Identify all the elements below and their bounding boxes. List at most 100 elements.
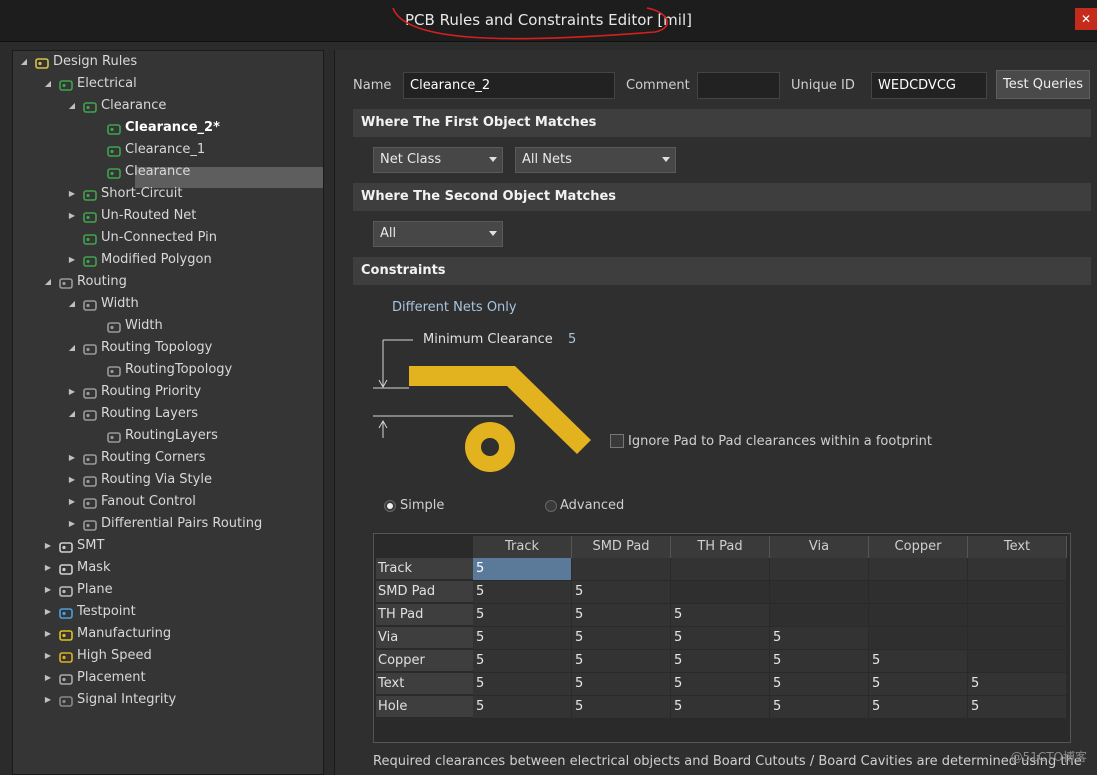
simple-radio[interactable] (384, 500, 396, 512)
matrix-cell[interactable]: 5 (770, 673, 868, 695)
matrix-cell[interactable]: 5 (770, 627, 868, 649)
matrix-cell[interactable]: 5 (671, 627, 769, 649)
matrix-cell[interactable]: 5 (473, 650, 571, 672)
tree-node[interactable]: ▶ Routing Via Style (13, 469, 323, 491)
tree-node[interactable]: ▶ Plane (13, 579, 323, 601)
tree-node[interactable]: ▶ High Speed (13, 645, 323, 667)
expand-arrow-icon[interactable]: ▶ (43, 645, 53, 667)
name-input[interactable]: Clearance_2 (403, 72, 615, 99)
routing-icon (83, 408, 97, 421)
tree-node[interactable]: ▶ SMT (13, 535, 323, 557)
expand-arrow-icon[interactable]: ▶ (67, 205, 77, 227)
matrix-cell[interactable]: 5 (473, 581, 571, 603)
tree-node[interactable]: ▶ Fanout Control (13, 491, 323, 513)
clearance-matrix[interactable]: Track SMD Pad TH Pad Via Copper Text Track 5 SMD… (373, 533, 1071, 743)
tree-node[interactable]: ▶ Un-Routed Net (13, 205, 323, 227)
first-object-value-dropdown[interactable]: All Nets (515, 147, 676, 173)
unique-id-input[interactable]: WEDCDVCG (871, 72, 987, 99)
tree-node[interactable]: ◢ Routing Topology (13, 337, 323, 359)
matrix-cell[interactable]: 5 (473, 558, 571, 580)
tree-node[interactable]: Clearance_2* (13, 117, 323, 139)
matrix-cell[interactable]: 5 (473, 696, 571, 718)
matrix-cell[interactable]: 5 (671, 604, 769, 626)
matrix-cell[interactable]: 5 (473, 604, 571, 626)
tree-node[interactable]: ▶ Manufacturing (13, 623, 323, 645)
tree-node[interactable]: ◢ Routing (13, 271, 323, 293)
first-object-type-dropdown[interactable]: Net Class (373, 147, 503, 173)
tree-node[interactable]: ▶ Routing Corners (13, 447, 323, 469)
matrix-cell[interactable]: 5 (572, 581, 670, 603)
tree-node[interactable]: ▶ Routing Priority (13, 381, 323, 403)
tree-node[interactable]: ▶ Testpoint (13, 601, 323, 623)
expand-arrow-icon[interactable]: ▶ (43, 601, 53, 623)
matrix-cell[interactable]: 5 (671, 696, 769, 718)
collapse-arrow-icon[interactable]: ◢ (67, 293, 77, 315)
collapse-arrow-icon[interactable]: ◢ (43, 271, 53, 293)
expand-arrow-icon[interactable]: ▶ (43, 557, 53, 579)
matrix-cell[interactable]: 5 (869, 650, 967, 672)
tree-node[interactable]: Clearance (13, 161, 323, 183)
different-nets-link[interactable]: Different Nets Only (392, 300, 517, 315)
tree-node[interactable]: ▶ Modified Polygon (13, 249, 323, 271)
tree-node[interactable]: ◢ Routing Layers (13, 403, 323, 425)
matrix-cell[interactable]: 5 (968, 673, 1066, 695)
collapse-arrow-icon[interactable]: ◢ (67, 337, 77, 359)
matrix-cell[interactable]: 5 (572, 627, 670, 649)
tree-node[interactable]: Un-Connected Pin (13, 227, 323, 249)
close-icon[interactable]: ✕ (1075, 8, 1097, 30)
test-queries-button[interactable]: Test Queries (996, 70, 1090, 99)
expand-arrow-icon[interactable]: ▶ (43, 667, 53, 689)
comment-input[interactable] (697, 72, 780, 99)
expand-arrow-icon[interactable]: ▶ (67, 249, 77, 271)
tree-node[interactable]: ▶ Placement (13, 667, 323, 689)
matrix-cell (770, 581, 868, 603)
collapse-arrow-icon[interactable]: ◢ (43, 73, 53, 95)
tree-node[interactable]: ▶ Mask (13, 557, 323, 579)
matrix-cell[interactable]: 5 (473, 627, 571, 649)
matrix-row-header: Track (376, 558, 473, 580)
expand-arrow-icon[interactable]: ▶ (67, 183, 77, 205)
expand-arrow-icon[interactable]: ▶ (67, 513, 77, 535)
matrix-cell[interactable]: 5 (473, 673, 571, 695)
second-object-type-dropdown[interactable]: All (373, 221, 503, 247)
tree-node-label: Routing Topology (101, 340, 213, 355)
tree-node[interactable]: ◢ Electrical (13, 73, 323, 95)
matrix-cell[interactable]: 5 (968, 696, 1066, 718)
expand-arrow-icon[interactable]: ▶ (67, 447, 77, 469)
collapse-arrow-icon[interactable]: ◢ (67, 403, 77, 425)
matrix-cell[interactable]: 5 (572, 696, 670, 718)
matrix-cell[interactable]: 5 (572, 673, 670, 695)
tree-node-label: Clearance (101, 98, 167, 113)
collapse-arrow-icon[interactable]: ◢ (67, 95, 77, 117)
tree-node[interactable]: ◢ Clearance (13, 95, 323, 117)
matrix-cell[interactable]: 5 (770, 650, 868, 672)
matrix-cell[interactable]: 5 (869, 696, 967, 718)
matrix-cell[interactable]: 5 (572, 604, 670, 626)
expand-arrow-icon[interactable]: ▶ (43, 535, 53, 557)
routing-icon (59, 276, 73, 289)
matrix-cell[interactable]: 5 (869, 673, 967, 695)
tree-node[interactable]: RoutingLayers (13, 425, 323, 447)
matrix-cell[interactable]: 5 (671, 673, 769, 695)
tree-node[interactable]: ▶ Short-Circuit (13, 183, 323, 205)
expand-arrow-icon[interactable]: ▶ (43, 689, 53, 711)
tree-node[interactable]: ▶ Differential Pairs Routing (13, 513, 323, 535)
tree-node[interactable]: ▶ Signal Integrity (13, 689, 323, 711)
tree-node[interactable]: Width (13, 315, 323, 337)
matrix-cell[interactable]: 5 (770, 696, 868, 718)
advanced-radio[interactable] (545, 500, 557, 512)
tree-node[interactable]: Clearance_1 (13, 139, 323, 161)
tree-node[interactable]: RoutingTopology (13, 359, 323, 381)
expand-arrow-icon[interactable]: ▶ (43, 579, 53, 601)
collapse-arrow-icon[interactable]: ◢ (19, 51, 29, 73)
expand-arrow-icon[interactable]: ▶ (67, 491, 77, 513)
tree-node[interactable]: ◢ Width (13, 293, 323, 315)
expand-arrow-icon[interactable]: ▶ (67, 381, 77, 403)
tree-node[interactable]: ◢ Design Rules (13, 51, 323, 73)
expand-arrow-icon[interactable]: ▶ (43, 623, 53, 645)
matrix-cell[interactable]: 5 (572, 650, 670, 672)
matrix-cell[interactable]: 5 (671, 650, 769, 672)
expand-arrow-icon[interactable]: ▶ (67, 469, 77, 491)
ignore-pad-checkbox[interactable] (610, 434, 624, 448)
rules-tree[interactable]: ◢ Design Rules ◢ Electrical ◢ Clearance Cleara… (12, 50, 324, 775)
